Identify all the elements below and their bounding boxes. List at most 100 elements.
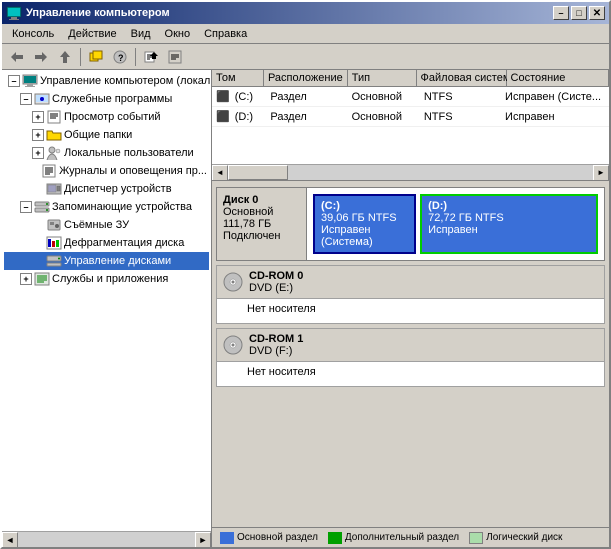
tree-item-services[interactable]: + Службы и приложения bbox=[4, 270, 209, 288]
toolbar-export[interactable] bbox=[140, 46, 162, 68]
expand-storage[interactable]: – bbox=[20, 201, 32, 213]
tree-item-defrag[interactable]: Дефрагментация диска bbox=[4, 234, 209, 252]
tree-item-devices[interactable]: Диспетчер устройств bbox=[4, 180, 209, 198]
legend-additional: Дополнительный раздел bbox=[328, 532, 459, 544]
toolbar-properties[interactable] bbox=[164, 46, 186, 68]
col-header-tom[interactable]: Том bbox=[212, 70, 264, 86]
tree-item-logs[interactable]: Журналы и оповещения пр... bbox=[4, 162, 209, 180]
tree-item-system[interactable]: – Служебные программы bbox=[4, 90, 209, 108]
disk-icon-1: ⬛ bbox=[216, 111, 230, 123]
list-cell-tom-0: ⬛ (C:) bbox=[212, 89, 266, 104]
cdrom-item-1: CD-ROM 1 DVD (F:) Нет носителя bbox=[216, 328, 605, 387]
cdrom-0-type: DVD (E:) bbox=[249, 282, 293, 294]
cdrom-1-status: Нет носителя bbox=[217, 361, 604, 386]
cdrom-1-icon bbox=[223, 335, 243, 355]
tree-item-events[interactable]: + Просмотр событий bbox=[4, 108, 209, 126]
partition-c[interactable]: (C:) 39,06 ГБ NTFS Исправен (Система) bbox=[313, 194, 416, 254]
partition-d-status: Исправен bbox=[428, 224, 590, 236]
expand-root[interactable]: – bbox=[8, 75, 20, 87]
menu-action[interactable]: Действие bbox=[62, 26, 122, 42]
defrag-icon bbox=[46, 235, 62, 251]
cdrom-1-type: DVD (F:) bbox=[249, 345, 292, 357]
expand-folders[interactable]: + bbox=[32, 129, 44, 141]
disk-0-partitions: (C:) 39,06 ГБ NTFS Исправен (Система) (D… bbox=[307, 188, 604, 260]
disk-0-type: Основной bbox=[223, 206, 273, 218]
list-scroll-track bbox=[228, 165, 593, 180]
partition-d-label: (D:) bbox=[428, 200, 590, 212]
tree-devices-label: Диспетчер устройств bbox=[64, 183, 172, 195]
tree-item-storage[interactable]: – Запоминающие устройства bbox=[4, 198, 209, 216]
tree-item-users[interactable]: + Локальные пользователи bbox=[4, 144, 209, 162]
removable-icon bbox=[46, 217, 62, 233]
legend-logical-label: Логический диск bbox=[486, 532, 562, 543]
expand-services[interactable]: + bbox=[20, 273, 32, 285]
expand-events[interactable]: + bbox=[32, 111, 44, 123]
left-scroll-track bbox=[18, 532, 195, 547]
disk-visual-panel: Диск 0 Основной 111,78 ГБ Подключен (C:)… bbox=[212, 183, 609, 527]
events-icon bbox=[46, 109, 62, 125]
tree-root[interactable]: – Управление компьютером (локал... bbox=[4, 72, 209, 90]
list-cell-state-1: Исправен bbox=[501, 110, 609, 124]
list-cell-loc-0: Раздел bbox=[266, 90, 347, 104]
list-cell-loc-1: Раздел bbox=[266, 110, 347, 124]
left-tree-panel: – Управление компьютером (локал... bbox=[2, 70, 212, 531]
left-scrollbar: ◄ ► bbox=[2, 531, 211, 547]
window-controls: – □ ✕ bbox=[553, 6, 605, 20]
col-header-location[interactable]: Расположение bbox=[264, 70, 348, 86]
cdrom-0-header: CD-ROM 0 DVD (E:) bbox=[217, 266, 604, 298]
menu-console[interactable]: Консоль bbox=[6, 26, 60, 42]
toolbar-forward[interactable] bbox=[30, 46, 52, 68]
tree-item-diskmgmt[interactable]: Управление дисками bbox=[4, 252, 209, 270]
legend-primary-color bbox=[220, 532, 234, 544]
list-row[interactable]: ⬛ (D:) Раздел Основной NTFS Исправен bbox=[212, 107, 609, 127]
tree-storage-label: Запоминающие устройства bbox=[52, 201, 192, 213]
title-bar: Управление компьютером – □ ✕ bbox=[2, 2, 609, 24]
menu-help[interactable]: Справка bbox=[198, 26, 253, 42]
legend-logical-color bbox=[469, 532, 483, 544]
expand-users[interactable]: + bbox=[32, 147, 44, 159]
tree-folders-label: Общие папки bbox=[64, 129, 132, 141]
minimize-button[interactable]: – bbox=[553, 6, 569, 20]
tree-root-label: Управление компьютером (локал... bbox=[40, 75, 212, 87]
tree-item-removable[interactable]: Съёмные ЗУ bbox=[4, 216, 209, 234]
left-scroll-left[interactable]: ◄ bbox=[2, 532, 18, 548]
partition-d[interactable]: (D:) 72,72 ГБ NTFS Исправен bbox=[420, 194, 598, 254]
toolbar-question[interactable]: ? bbox=[109, 46, 131, 68]
cdrom-1-header: CD-ROM 1 DVD (F:) bbox=[217, 329, 604, 361]
devices-icon bbox=[46, 181, 62, 197]
legend-additional-label: Дополнительный раздел bbox=[345, 532, 459, 543]
left-scroll-right[interactable]: ► bbox=[195, 532, 211, 548]
list-header: Том Расположение Тип Файловая система Со… bbox=[212, 70, 609, 87]
partition-d-size: 72,72 ГБ NTFS bbox=[428, 212, 590, 224]
list-scroll-thumb[interactable] bbox=[228, 165, 288, 180]
toolbar-explore[interactable] bbox=[85, 46, 107, 68]
disk-icon-0: ⬛ bbox=[216, 91, 230, 103]
users-icon bbox=[46, 145, 62, 161]
maximize-button[interactable]: □ bbox=[571, 6, 587, 20]
close-button[interactable]: ✕ bbox=[589, 6, 605, 20]
col-header-fs[interactable]: Файловая система bbox=[417, 70, 507, 86]
col-header-state[interactable]: Состояние bbox=[507, 70, 609, 86]
menu-bar: Консоль Действие Вид Окно Справка bbox=[2, 24, 609, 44]
legend-primary: Основной раздел bbox=[220, 532, 318, 544]
list-scroll-left[interactable]: ◄ bbox=[212, 165, 228, 181]
legend-logical: Логический диск bbox=[469, 532, 562, 544]
tools-icon bbox=[34, 91, 50, 107]
cdrom-1-info: CD-ROM 1 DVD (F:) bbox=[249, 333, 303, 357]
toolbar-up[interactable] bbox=[54, 46, 76, 68]
cdrom-0-info: CD-ROM 0 DVD (E:) bbox=[249, 270, 303, 294]
toolbar-back[interactable] bbox=[6, 46, 28, 68]
main-content: – Управление компьютером (локал... bbox=[2, 70, 609, 547]
list-area: ⬛ (C:) Раздел Основной NTFS Исправен (Си… bbox=[212, 87, 609, 164]
menu-window[interactable]: Окно bbox=[159, 26, 197, 42]
partition-c-status: Исправен (Система) bbox=[321, 224, 408, 248]
diskmgmt-icon bbox=[46, 253, 62, 269]
list-scroll-right[interactable]: ► bbox=[593, 165, 609, 181]
expand-system[interactable]: – bbox=[20, 93, 32, 105]
list-hscrollbar: ◄ ► bbox=[212, 164, 609, 180]
list-row[interactable]: ⬛ (C:) Раздел Основной NTFS Исправен (Си… bbox=[212, 87, 609, 107]
menu-view[interactable]: Вид bbox=[125, 26, 157, 42]
list-cell-state-0: Исправен (Систе... bbox=[501, 90, 609, 104]
col-header-type[interactable]: Тип bbox=[348, 70, 417, 86]
tree-item-folders[interactable]: + Общие папки bbox=[4, 126, 209, 144]
